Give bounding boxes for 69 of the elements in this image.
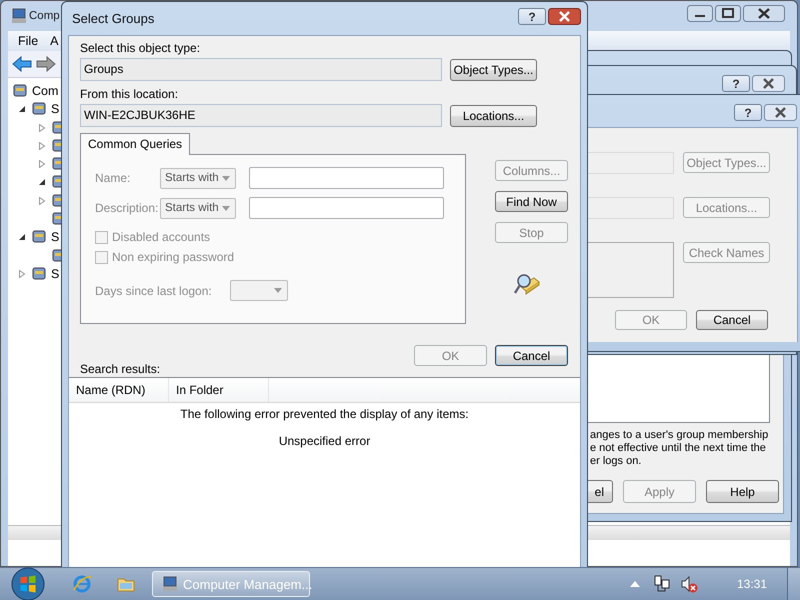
caret-icon [274,288,282,293]
locations-button[interactable]: Locations... [450,104,537,126]
up-arrow-icon[interactable] [630,581,640,587]
field-label: Select this object type: [80,41,202,56]
minimize-icon[interactable] [687,4,713,22]
muted-speaker-icon[interactable] [680,575,698,593]
dialog-title: Select Groups [72,11,154,26]
expanded-arrow-icon[interactable] [18,233,26,242]
note-text: anges to a user's group membership e not effective until the next time the er logs on. [590,429,768,468]
close-icon[interactable] [743,4,785,22]
column-header[interactable]: Name (RDN) [69,378,169,402]
error-message: Unspecified error [278,434,372,449]
object-types-button[interactable]: Object Types... [450,58,537,80]
close-icon[interactable] [764,104,797,121]
field-label: Name: [95,171,132,185]
back-arrow-icon[interactable] [12,56,32,72]
network-icon[interactable] [652,575,671,593]
menu-item[interactable]: File [12,34,44,48]
caret-icon [222,176,230,180]
browser-icon[interactable] [72,574,92,594]
checkbox-label: Disabled accounts [112,230,210,244]
caret-icon [222,206,230,210]
field-label: From this location: [80,87,180,102]
close-icon[interactable] [752,75,785,92]
window-title: Comp [29,10,60,22]
taskbar-button-label: Computer Managem... [183,576,312,592]
node-icon [12,83,28,99]
tree-item[interactable]: S [51,230,60,244]
help-button[interactable]: ? [518,8,546,25]
tree-item[interactable]: Com [32,84,58,98]
node-icon [31,101,47,118]
tree-item[interactable]: S [51,266,60,281]
dialog-button[interactable]: Help [706,480,779,503]
node-icon [31,266,47,282]
checkbox-label: Non expiring password [112,250,234,264]
help-button[interactable]: ? [722,75,750,92]
forward-arrow-icon[interactable] [36,56,56,72]
collapsed-arrow-icon[interactable] [18,270,26,278]
expanded-arrow-icon[interactable] [38,178,46,186]
collapsed-arrow-icon[interactable] [38,142,46,150]
tab[interactable]: Common Queries [80,133,190,155]
object-type-field[interactable]: Groups [80,58,442,81]
input-field[interactable] [249,197,444,219]
magnifier-icon [514,272,540,298]
field-label: Days since last logon: [95,284,212,298]
menu-item[interactable]: A [44,34,64,48]
location-field[interactable]: WIN-E2CJBUK36HE [80,104,442,127]
tree-item[interactable]: S [51,102,60,116]
input-field[interactable] [249,167,444,189]
error-message: The following error prevented the display of any items: [179,407,470,422]
results-label: Search results: [80,362,162,377]
dialog-button[interactable]: Cancel [696,310,768,330]
days-dropdown[interactable] [230,280,288,301]
collapsed-arrow-icon[interactable] [38,196,46,205]
close-icon[interactable] [548,8,581,25]
computer-icon [11,8,27,24]
node-icon [31,229,47,246]
column-header[interactable]: In Folder [169,378,269,402]
computer-icon [162,576,178,592]
show-desktop-button[interactable] [787,568,800,600]
help-button[interactable]: ? [734,104,762,121]
start-button[interactable] [11,567,45,600]
maximize-icon[interactable] [715,4,741,22]
field-label: Description: [95,201,160,215]
query-button[interactable]: Find Now [495,191,568,212]
collapsed-arrow-icon[interactable] [38,124,46,132]
collapsed-arrow-icon[interactable] [38,160,46,168]
expanded-arrow-icon[interactable] [18,105,26,114]
dialog-button[interactable]: Cancel [495,345,568,366]
